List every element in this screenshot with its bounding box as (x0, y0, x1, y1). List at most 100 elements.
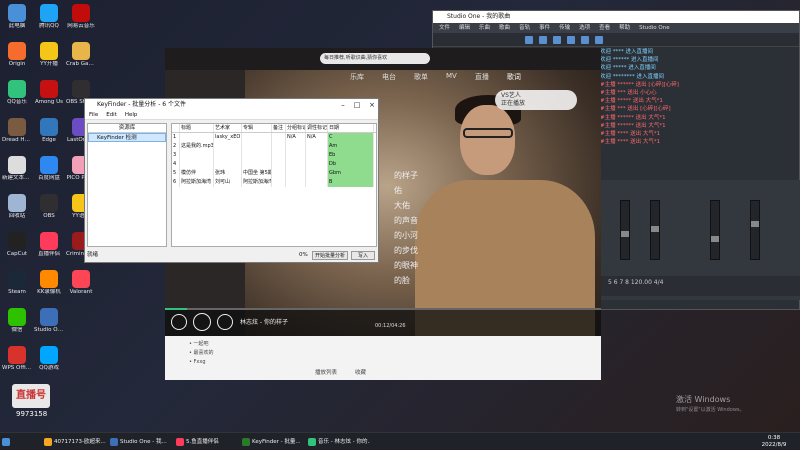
desktop-icon[interactable]: Crab Game (66, 42, 96, 68)
desktop-icon[interactable]: YY开播 (34, 42, 64, 68)
player-tab[interactable]: 歌词 (507, 72, 521, 82)
daw-menu-item[interactable]: 编辑 (459, 23, 470, 33)
daw-menu-item[interactable]: 文件 (439, 23, 450, 33)
split-tool-icon[interactable] (553, 36, 561, 44)
column-header[interactable]: 备注 (272, 124, 286, 132)
daw-menu-item[interactable]: Studio One (639, 23, 669, 33)
next-track-icon[interactable] (217, 314, 233, 330)
taskbar-item[interactable]: 音乐 - 林志炫 - 你的... (306, 435, 370, 449)
desktop-icon[interactable]: OBS (34, 194, 64, 220)
desktop-icon[interactable]: 腾讯QQ (34, 4, 64, 30)
write-tags-button[interactable]: 写入 (351, 251, 375, 260)
daw-menu-item[interactable]: 帮助 (619, 23, 630, 33)
desktop-icon[interactable]: Valorant (66, 270, 96, 296)
daw-menu-item[interactable]: 事件 (539, 23, 550, 33)
desktop-icon[interactable]: QQ游戏 (34, 346, 64, 372)
fader[interactable] (650, 200, 660, 260)
playlist-button[interactable]: 播放列表 (315, 368, 337, 376)
mute-tool-icon[interactable] (595, 36, 603, 44)
column-header[interactable]: 标题 (180, 124, 214, 132)
desktop-icon[interactable]: Dread Hunger (2, 118, 32, 144)
desktop-icon[interactable]: Origin (2, 42, 32, 68)
keyfinder-menu-item[interactable]: Help (125, 111, 138, 119)
daw-menu-item[interactable]: 乐曲 (479, 23, 490, 33)
column-header[interactable] (172, 124, 180, 132)
keyfinder-window[interactable]: KeyFinder - 批量分析 - 6 个文件 – □ × File Edit H… (84, 98, 379, 263)
keyfinder-menu-item[interactable]: File (89, 111, 98, 119)
daw-menu-item[interactable]: 歌曲 (499, 23, 510, 33)
table-cell (272, 142, 286, 151)
desktop-icon[interactable]: Studio One (34, 308, 64, 334)
desktop-icon[interactable]: Edge (34, 118, 64, 144)
column-header[interactable]: 艺术家 (214, 124, 242, 132)
library-item[interactable]: KeyFinder 检测 (88, 133, 166, 142)
desktop-icon[interactable]: 新建文本文档 (2, 156, 32, 182)
player-tab[interactable]: 乐库 (350, 72, 364, 82)
desktop-icon-label: Origin (8, 61, 26, 67)
desktop-icon[interactable]: KK录像机 (34, 270, 64, 296)
batch-analyze-button[interactable]: 开始批量分析 (312, 251, 348, 260)
desktop-icon[interactable]: 直播伴侣 (34, 232, 64, 258)
maximize-icon[interactable]: □ (350, 99, 364, 111)
app-icon (8, 270, 26, 288)
player-titlebar: 每日推荐,听歌识曲,猜你喜欢 (165, 48, 601, 70)
daw-menu-item[interactable]: 查看 (599, 23, 610, 33)
fader[interactable] (750, 200, 760, 260)
column-header[interactable]: 调性标记 (306, 124, 328, 132)
table-row[interactable]: 5 模仿伴 张玮 中国坐 第5期 Gbm (172, 169, 376, 178)
daw-menu-item[interactable]: 传输 (559, 23, 570, 33)
clock[interactable]: 0:38 2022/8/9 (752, 435, 796, 449)
desktop-icon[interactable]: CapCut (2, 232, 32, 258)
table-cell (272, 133, 286, 142)
table-cell (242, 142, 272, 151)
player-tab[interactable]: 电台 (382, 72, 396, 82)
taskbar-item[interactable]: 5.鱼直播伴侣 (174, 435, 238, 449)
progress-bar[interactable] (165, 308, 601, 310)
taskbar-item[interactable]: KeyFinder - 批量... (240, 435, 304, 449)
fader[interactable] (620, 200, 630, 260)
table-row[interactable]: 4 Db (172, 160, 376, 169)
desktop-icon[interactable]: WPS Office (2, 346, 32, 372)
playlist-item[interactable]: • 一起吧 (189, 340, 214, 349)
arrow-tool-icon[interactable] (525, 36, 533, 44)
table-row[interactable]: 3 Eb (172, 151, 376, 160)
desktop-icon[interactable]: Steam (2, 270, 32, 296)
prev-track-icon[interactable] (171, 314, 187, 330)
range-tool-icon[interactable] (539, 36, 547, 44)
start-button[interactable] (0, 435, 16, 449)
player-tab[interactable]: 歌单 (414, 72, 428, 82)
play-icon[interactable] (193, 313, 211, 331)
desktop-icon[interactable]: 微信 (2, 308, 32, 334)
table-cell (286, 169, 306, 178)
taskbar-item[interactable]: Studio One - 我... (108, 435, 172, 449)
desktop-icon[interactable]: Among Us (34, 80, 64, 106)
daw-menu-item[interactable]: 选项 (579, 23, 590, 33)
player-tab[interactable]: 直播 (475, 72, 489, 82)
column-header[interactable]: 专辑 (242, 124, 272, 132)
favorite-button[interactable]: 收藏 (355, 368, 366, 376)
desktop-icon[interactable]: 回收站 (2, 194, 32, 220)
search-input[interactable]: 每日推荐,听歌识曲,猜你喜欢 (320, 53, 430, 64)
close-icon[interactable]: × (365, 99, 379, 111)
minimize-icon[interactable]: – (336, 99, 350, 111)
desktop-icon[interactable]: 网易云音乐 (66, 4, 96, 30)
artist-badge[interactable]: VS艺人 正在播放 (495, 90, 577, 110)
desktop-icon[interactable]: 百度网盘 (34, 156, 64, 182)
keyfinder-menu-item[interactable]: Edit (106, 111, 117, 119)
app-icon (40, 156, 58, 174)
taskbar-item[interactable]: 40717173-欧超来... (42, 435, 106, 449)
column-header[interactable]: 分组标记 (286, 124, 306, 132)
eraser-tool-icon[interactable] (567, 36, 575, 44)
player-tab[interactable]: MV (446, 72, 457, 82)
paint-tool-icon[interactable] (581, 36, 589, 44)
daw-menu-item[interactable]: 音轨 (519, 23, 530, 33)
desktop-icon[interactable]: 此电脑 (2, 4, 32, 30)
desktop-icon[interactable]: QQ音乐 (2, 80, 32, 106)
table-row[interactable]: 6 阿拉斯加海湾 刘可山 阿拉斯加海湾 B (172, 178, 376, 187)
fader[interactable] (710, 200, 720, 260)
column-header[interactable]: 日期 (328, 124, 374, 132)
table-row[interactable]: 2 这是我的.mp3 Am (172, 142, 376, 151)
playlist-item[interactable]: • 最喜欢的 (189, 349, 214, 358)
table-row[interactable]: 1 lasky_xEO N/A N/A C (172, 133, 376, 142)
table-cell: 这是我的.mp3 (181, 142, 214, 151)
